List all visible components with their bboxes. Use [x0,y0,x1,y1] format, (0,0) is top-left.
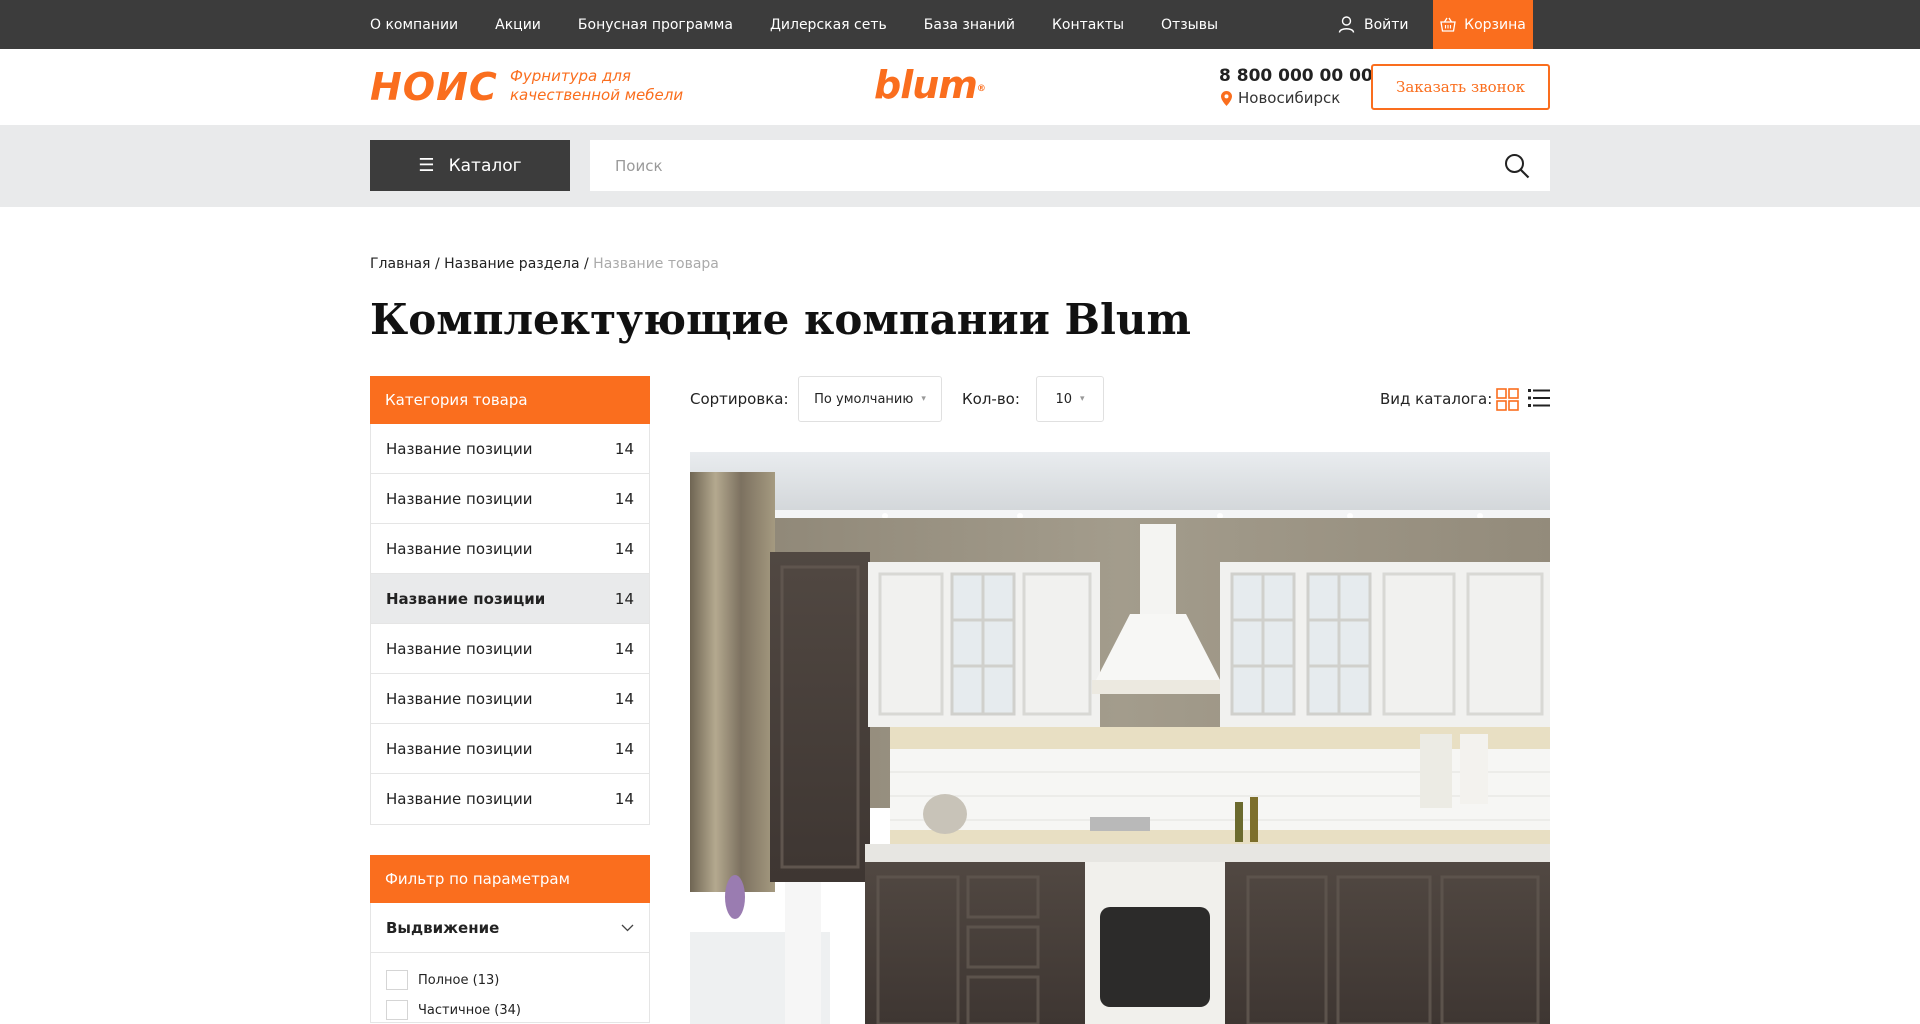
category-item[interactable]: Название позиции 14 [371,674,649,724]
category-label: Название позиции [386,739,533,758]
category-list: Название позиции 14 Название позиции 14 На… [370,424,650,825]
kitchen-image [690,452,1550,1024]
filter-body: Выдвижение Полное (13) Частичное (34) [370,903,650,1023]
search-icon[interactable] [1504,153,1530,179]
search-input[interactable] [590,140,1470,191]
category-panel-title: Категория товара [370,376,650,424]
cart-label: Корзина [1464,16,1526,33]
breadcrumb-home[interactable]: Главная [370,256,430,272]
category-label: Название позиции [386,539,533,558]
category-count: 14 [614,689,634,708]
view-label: Вид каталога: [1380,390,1493,408]
breadcrumb: Главная / Название раздела / Название то… [370,256,719,272]
catalog-toolbar: Сортировка: По умолчанию ▾ Кол-во: 10 ▾ … [690,376,1550,422]
cart-button[interactable]: Корзина [1433,0,1533,49]
login-link[interactable]: Войти [1338,0,1409,49]
filter-group-label: Выдвижение [386,918,500,937]
basket-icon [1440,17,1456,32]
site-tagline: Фурнитура для качественной мебели [510,67,684,104]
user-icon [1338,16,1355,33]
category-label: Название позиции [386,589,546,608]
category-label: Название позиции [386,489,533,508]
category-item[interactable]: Название позиции 14 [371,474,649,524]
qty-label: Кол-во: [962,390,1020,408]
site-header: НОИС Фурнитура для качественной мебели b… [0,49,1920,125]
search-box [590,140,1550,191]
city-label: Новосибирск [1238,89,1341,107]
catalog-button[interactable]: ☰ Каталог [370,140,570,191]
sort-value: По умолчанию [814,391,914,407]
catalog-hero-image[interactable] [690,452,1550,1024]
login-label: Войти [1364,16,1409,33]
checkbox[interactable] [386,970,408,990]
search-band: ☰ Каталог [0,125,1920,207]
category-count: 14 [614,589,634,608]
category-label: Название позиции [386,689,533,708]
qty-value: 10 [1055,391,1072,407]
top-bar: О компании Акции Бонусная программа Диле… [0,0,1920,49]
category-item[interactable]: Название позиции 14 [371,774,649,824]
breadcrumb-current: Название товара [593,256,719,272]
page-title: Комплектующие компании Blum [370,295,1191,344]
filter-group-toggle[interactable]: Выдвижение [371,903,649,953]
category-item[interactable]: Название позиции 14 [371,724,649,774]
filter-panel-title: Фильтр по параметрам [370,855,650,903]
nav-promotions[interactable]: Акции [495,17,541,33]
site-logo[interactable]: НОИС [370,67,498,107]
nav-dealers[interactable]: Дилерская сеть [770,17,887,33]
menu-icon: ☰ [418,155,435,176]
callback-button[interactable]: Заказать звонок [1371,64,1550,110]
filter-option-label: Полное (13) [418,972,500,988]
category-label: Название позиции [386,639,533,658]
filter-panel: Фильтр по параметрам Выдвижение Полное (… [370,855,650,1023]
filter-option-label: Частичное (34) [418,1002,521,1018]
breadcrumb-separator: / [434,256,445,272]
city-selector[interactable]: Новосибирск [1221,89,1340,107]
chevron-down-icon: ▾ [1080,394,1085,404]
nav-about[interactable]: О компании [370,17,458,33]
checkbox[interactable] [386,1000,408,1020]
breadcrumb-separator: / [584,256,594,272]
filter-option[interactable]: Полное (13) [371,967,649,993]
category-count: 14 [614,489,634,508]
qty-select[interactable]: 10 ▾ [1036,376,1104,422]
list-view-icon[interactable] [1528,388,1550,408]
filter-option[interactable]: Частичное (34) [371,997,649,1023]
category-panel: Категория товара Название позиции 14 Назв… [370,376,650,825]
brand-logo: blum® [874,63,986,107]
category-count: 14 [614,439,634,458]
breadcrumb-section[interactable]: Название раздела [444,256,579,272]
chevron-down-icon [621,924,634,931]
sort-label: Сортировка: [690,390,789,408]
sort-select[interactable]: По умолчанию ▾ [798,376,942,422]
chevron-down-icon: ▾ [921,394,926,404]
category-item[interactable]: Название позиции 14 [371,524,649,574]
catalog-label: Каталог [448,155,522,176]
phone-number[interactable]: 8 800 000 00 00 [1219,66,1373,86]
nav-knowledge[interactable]: База знаний [924,17,1015,33]
category-item-active[interactable]: Название позиции 14 [371,574,649,624]
nav-reviews[interactable]: Отзывы [1161,17,1218,33]
category-label: Название позиции [386,790,533,808]
category-item[interactable]: Название позиции 14 [371,624,649,674]
grid-view-icon[interactable] [1496,388,1519,411]
location-pin-icon [1221,90,1232,106]
nav-bonus[interactable]: Бонусная программа [578,17,733,33]
category-count: 14 [614,639,634,658]
category-count: 14 [614,790,634,808]
category-label: Название позиции [386,439,533,458]
nav-contacts[interactable]: Контакты [1052,17,1124,33]
category-count: 14 [614,739,634,758]
top-nav: О компании Акции Бонусная программа Диле… [370,0,1255,49]
category-count: 14 [614,539,634,558]
brand-name: blum [874,63,978,107]
category-item[interactable]: Название позиции 14 [371,424,649,474]
